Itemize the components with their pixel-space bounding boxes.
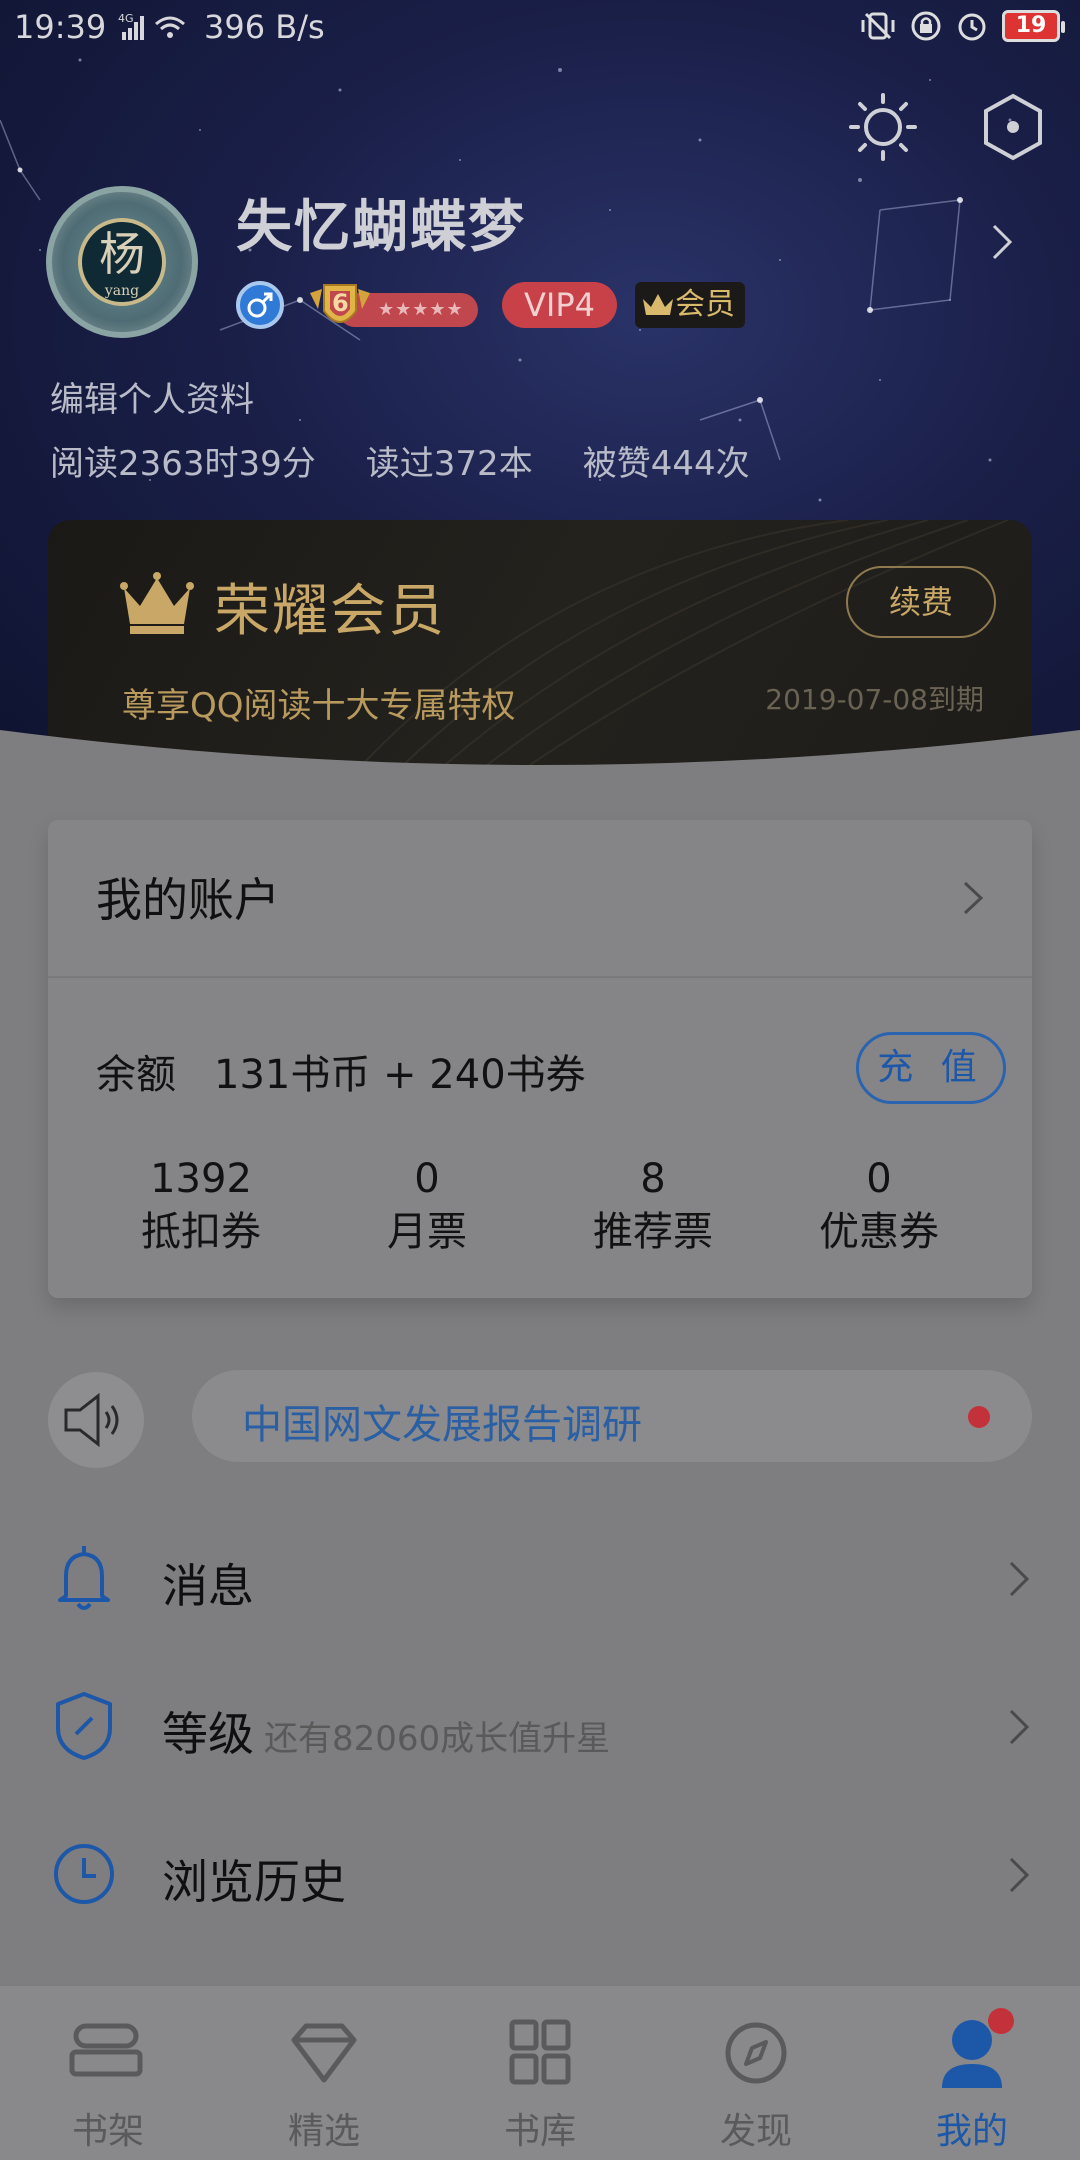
vip-expiry-date: 2019-07-08到期	[765, 683, 984, 716]
shield-icon	[56, 1692, 112, 1760]
account-card: 我的账户 余额 131书币 + 240书券 充 值 1392 抵扣券 0 月票 …	[48, 820, 1032, 1298]
my-account-title[interactable]: 我的账户	[96, 864, 280, 930]
crown-icon	[642, 294, 673, 315]
edit-profile-link[interactable]: 编辑个人资料	[50, 372, 254, 421]
menu-item-level[interactable]: 等级 还有82060成长值升星	[0, 1656, 1080, 1796]
settings-icon[interactable]	[978, 92, 1048, 162]
battery-icon: 19	[1002, 10, 1065, 42]
night-mode-icon[interactable]	[848, 92, 918, 162]
tab-label: 发现	[719, 2111, 792, 2152]
balance-value: 131书币 + 240书券	[214, 1052, 586, 1098]
profile-page: 19:39 4G 396 B/s 19 杨 yang 失忆蝴蝶梦 ★★★★★ 6…	[0, 0, 1080, 2160]
menu-label-level: 等级 还有82060成长值升星	[162, 1707, 611, 1761]
likes-count: 被赞444次	[582, 444, 750, 484]
chevron-right-icon	[1009, 1561, 1030, 1597]
tab-discover[interactable]: 发现	[648, 1986, 864, 2160]
speaker-icon[interactable]	[48, 1372, 144, 1468]
member-badge[interactable]: 会员	[634, 282, 745, 328]
status-bar: 19:39 4G 396 B/s 19	[0, 0, 1080, 56]
divider	[48, 976, 1032, 978]
avatar-image: 杨 yang	[78, 218, 166, 306]
grid-icon	[509, 2019, 571, 2085]
books-read: 读过372本	[365, 444, 533, 484]
status-time: 19:39	[14, 8, 107, 46]
clock-icon	[54, 1844, 114, 1904]
announcement-banner[interactable]: 中国网文发展报告调研	[192, 1370, 1032, 1462]
bell-icon	[58, 1546, 110, 1610]
vibrate-icon	[861, 12, 895, 40]
compass-icon	[725, 2022, 787, 2084]
chevron-right-icon[interactable]	[962, 880, 984, 916]
tab-label: 精选	[287, 2111, 360, 2152]
vip-card-title: 荣耀会员	[214, 579, 446, 644]
tab-me[interactable]: 我的	[864, 1986, 1080, 2160]
level-number: 6	[332, 289, 349, 317]
network-speed: 396 B/s	[204, 8, 325, 46]
chevron-right-icon[interactable]	[990, 222, 1014, 262]
profile-header: 19:39 4G 396 B/s 19 杨 yang 失忆蝴蝶梦 ★★★★★ 6…	[0, 0, 1080, 780]
chevron-right-icon	[1009, 1709, 1030, 1745]
menu-label-history: 浏览历史	[162, 1855, 346, 1909]
bookshelf-icon	[69, 2023, 143, 2077]
tab-label: 书库	[503, 2111, 576, 2152]
crown-icon	[120, 572, 194, 634]
tab-bookshelf[interactable]: 书架	[0, 1986, 216, 2160]
vip-badge[interactable]: VIP4	[502, 282, 617, 328]
menu-label-messages: 消息	[162, 1559, 254, 1613]
bottom-tab-bar: 书架 精选 书库 发现 我的	[0, 1984, 1080, 2160]
level-progress-text: 还有82060成长值升星	[264, 1719, 611, 1759]
unread-dot	[968, 1406, 990, 1428]
menu-item-history[interactable]: 浏览历史	[0, 1804, 1080, 1944]
profile-badges: ★★★★★ 6 VIP4 会员	[236, 280, 745, 330]
announcement-text: 中国网文发展报告调研	[242, 1402, 642, 1448]
menu-item-messages[interactable]: 消息	[0, 1508, 1080, 1648]
status-right-icons: 19	[860, 10, 1065, 42]
header-curve	[0, 730, 1080, 830]
tab-library[interactable]: 书库	[432, 1986, 648, 2160]
ticket-coupon[interactable]: 0 优惠券	[779, 1154, 979, 1274]
username[interactable]: 失忆蝴蝶梦	[236, 182, 526, 263]
ticket-recommend[interactable]: 8 推荐票	[553, 1154, 753, 1274]
tab-label: 书架	[71, 2111, 144, 2152]
reading-time: 阅读2363时39分	[50, 444, 316, 484]
chevron-right-icon	[1009, 1857, 1030, 1893]
notification-dot	[988, 2008, 1014, 2034]
diamond-icon	[291, 2023, 357, 2083]
reading-stats: 阅读2363时39分 读过372本 被赞444次	[50, 436, 750, 485]
ticket-monthly[interactable]: 0 月票	[327, 1154, 527, 1274]
tab-featured[interactable]: 精选	[216, 1986, 432, 2160]
male-gender-icon	[236, 281, 284, 329]
svg-text:4G: 4G	[118, 12, 134, 25]
level-badge[interactable]: ★★★★★ 6	[308, 283, 480, 327]
tab-label: 我的	[935, 2111, 1008, 2152]
signal-wifi-icon: 4G	[118, 12, 185, 40]
ticket-stats: 1392 抵扣券 0 月票 8 推荐票 0 优惠券	[48, 1154, 1032, 1274]
balance-label: 余额	[96, 1052, 176, 1098]
alarm-icon	[958, 13, 986, 41]
recharge-button[interactable]: 充 值	[856, 1032, 1006, 1104]
ticket-deduction[interactable]: 1392 抵扣券	[101, 1154, 301, 1274]
avatar[interactable]: 杨 yang	[46, 186, 198, 338]
lock-rotation-icon	[911, 11, 941, 41]
renew-button[interactable]: 续费	[846, 566, 996, 638]
